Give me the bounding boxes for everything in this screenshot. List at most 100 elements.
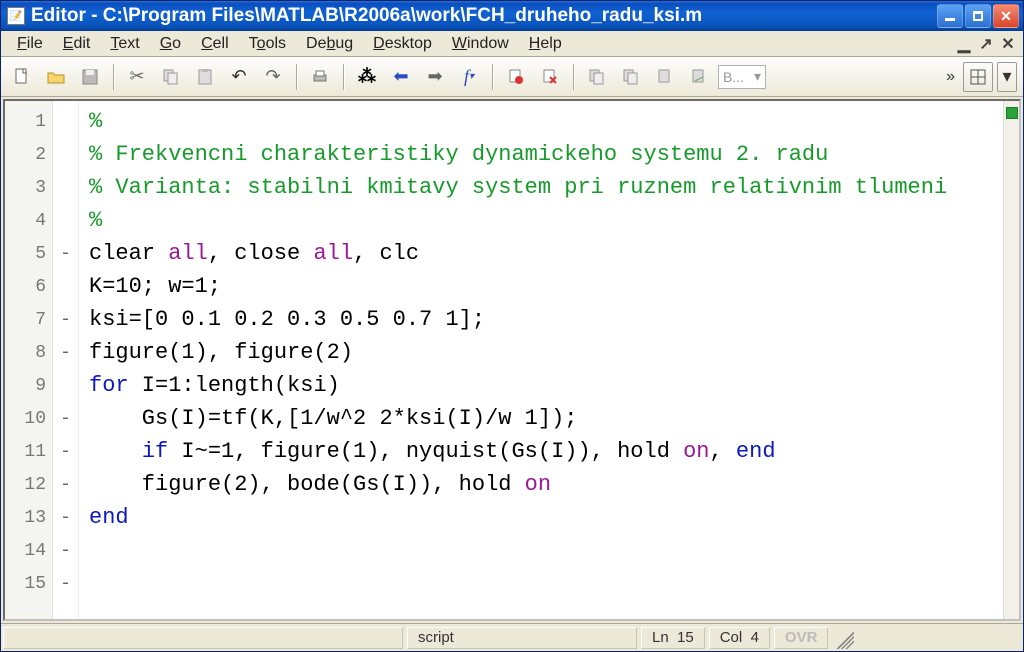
code-line[interactable]: %	[89, 204, 1003, 237]
mdi-minimize-icon[interactable]: ▁	[955, 36, 973, 52]
status-col: Col 4	[709, 627, 770, 649]
menu-edit[interactable]: Edit	[53, 33, 101, 55]
step-out-icon[interactable]	[650, 62, 680, 92]
code-line[interactable]: %	[89, 105, 1003, 138]
exec-marker	[53, 138, 78, 171]
code-line[interactable]: end	[89, 501, 1003, 534]
code-view[interactable]: %% Frekvencni charakteristiky dynamickeh…	[79, 101, 1003, 619]
stack-selector[interactable]: B... ▾	[718, 65, 766, 89]
line-number: 8	[5, 336, 52, 369]
line-number: 12	[5, 468, 52, 501]
titlebar: 📝 Editor - C:\Program Files\MATLAB\R2006…	[1, 1, 1023, 31]
fx-icon[interactable]: f▾	[454, 62, 484, 92]
resize-grip-icon[interactable]	[832, 627, 854, 649]
set-clear-bp-icon[interactable]	[501, 62, 531, 92]
message-strip[interactable]	[1003, 101, 1019, 619]
status-line: Ln 15	[641, 627, 705, 649]
code-ok-indicator-icon	[1006, 107, 1018, 119]
clear-all-bp-icon[interactable]	[535, 62, 565, 92]
code-line[interactable]: for I=1:length(ksi)	[89, 369, 1003, 402]
exec-marker: -	[53, 501, 78, 534]
menubar: File Edit Text Go Cell Tools Debug Deskt…	[1, 31, 1023, 57]
app-icon: 📝	[7, 7, 25, 25]
window-title: Editor - C:\Program Files\MATLAB\R2006a\…	[31, 5, 937, 27]
code-line[interactable]: figure(2), bode(Gs(I)), hold on	[89, 468, 1003, 501]
menu-cell[interactable]: Cell	[191, 33, 239, 55]
line-number: 15	[5, 567, 52, 600]
line-number: 9	[5, 369, 52, 402]
undo-icon[interactable]: ↶	[224, 62, 254, 92]
status-blank	[3, 627, 403, 649]
menu-window[interactable]: Window	[442, 33, 519, 55]
find-icon[interactable]: ⁂	[352, 62, 382, 92]
exec-marker	[53, 171, 78, 204]
toolbar-overflow-icon[interactable]: »	[942, 68, 959, 86]
exec-marker: -	[53, 435, 78, 468]
maximize-button[interactable]	[965, 4, 991, 28]
menu-debug[interactable]: Debug	[296, 33, 363, 55]
code-line[interactable]: clear all, close all, clc	[89, 237, 1003, 270]
exec-marker	[53, 105, 78, 138]
step-in-icon[interactable]	[582, 62, 612, 92]
back-icon[interactable]: ⬅	[386, 62, 416, 92]
line-number: 7	[5, 303, 52, 336]
mdi-restore-icon[interactable]: ↗	[977, 36, 995, 52]
save-icon[interactable]	[75, 62, 105, 92]
close-button[interactable]: ✕	[993, 4, 1019, 28]
code-line[interactable]: % Frekvencni charakteristiky dynamickeho…	[89, 138, 1003, 171]
new-file-icon[interactable]	[7, 62, 37, 92]
menu-file[interactable]: File	[7, 33, 53, 55]
cut-icon[interactable]: ✂	[122, 62, 152, 92]
line-number: 5	[5, 237, 52, 270]
print-icon[interactable]	[305, 62, 335, 92]
code-line[interactable]: Gs(I)=tf(K,[1/w^2 2*ksi(I)/w 1]);	[89, 402, 1003, 435]
dropdown-icon[interactable]: ▾	[997, 62, 1017, 92]
line-number: 2	[5, 138, 52, 171]
line-number: 6	[5, 270, 52, 303]
paste-icon[interactable]	[190, 62, 220, 92]
exec-marker	[53, 270, 78, 303]
continue-icon[interactable]	[684, 62, 714, 92]
exec-marker-column: ---------	[53, 101, 79, 619]
grid-view-icon[interactable]	[963, 62, 993, 92]
code-line[interactable]: figure(1), figure(2)	[89, 336, 1003, 369]
code-line[interactable]: ksi=[0 0.1 0.2 0.3 0.5 0.7 1];	[89, 303, 1003, 336]
minimize-button[interactable]	[937, 4, 963, 28]
line-number: 14	[5, 534, 52, 567]
exec-marker	[53, 204, 78, 237]
exec-marker: -	[53, 336, 78, 369]
status-file-type: script	[407, 627, 637, 649]
line-number: 13	[5, 501, 52, 534]
exec-marker: -	[53, 402, 78, 435]
exec-marker: -	[53, 468, 78, 501]
exec-marker: -	[53, 237, 78, 270]
open-folder-icon[interactable]	[41, 62, 71, 92]
mdi-close-icon[interactable]: ✕	[999, 36, 1017, 52]
exec-marker: -	[53, 303, 78, 336]
exec-marker	[53, 369, 78, 402]
exec-marker: -	[53, 567, 78, 600]
line-number-gutter: 123456789101112131415	[5, 101, 53, 619]
copy-icon[interactable]	[156, 62, 186, 92]
statusbar: script Ln 15 Col 4 OVR	[1, 623, 1023, 651]
menu-go[interactable]: Go	[150, 33, 191, 55]
code-line[interactable]: % Varianta: stabilni kmitavy system pri …	[89, 171, 1003, 204]
code-line[interactable]: K=10; w=1;	[89, 270, 1003, 303]
redo-icon[interactable]: ↷	[258, 62, 288, 92]
line-number: 10	[5, 402, 52, 435]
forward-icon[interactable]: ➡	[420, 62, 450, 92]
menu-desktop[interactable]: Desktop	[363, 33, 442, 55]
menu-tools[interactable]: Tools	[239, 33, 296, 55]
exec-marker: -	[53, 534, 78, 567]
menu-text[interactable]: Text	[100, 33, 149, 55]
toolbar: ✂ ↶ ↷ ⁂ ⬅ ➡ f▾	[1, 57, 1023, 97]
editor-area: 123456789101112131415 --------- %% Frekv…	[3, 99, 1021, 621]
code-line[interactable]: if I~=1, figure(1), nyquist(Gs(I)), hold…	[89, 435, 1003, 468]
line-number: 3	[5, 171, 52, 204]
status-ovr: OVR	[774, 627, 829, 649]
menu-help[interactable]: Help	[519, 33, 572, 55]
editor-window: 📝 Editor - C:\Program Files\MATLAB\R2006…	[0, 0, 1024, 652]
line-number: 1	[5, 105, 52, 138]
line-number: 4	[5, 204, 52, 237]
step-over-icon[interactable]	[616, 62, 646, 92]
